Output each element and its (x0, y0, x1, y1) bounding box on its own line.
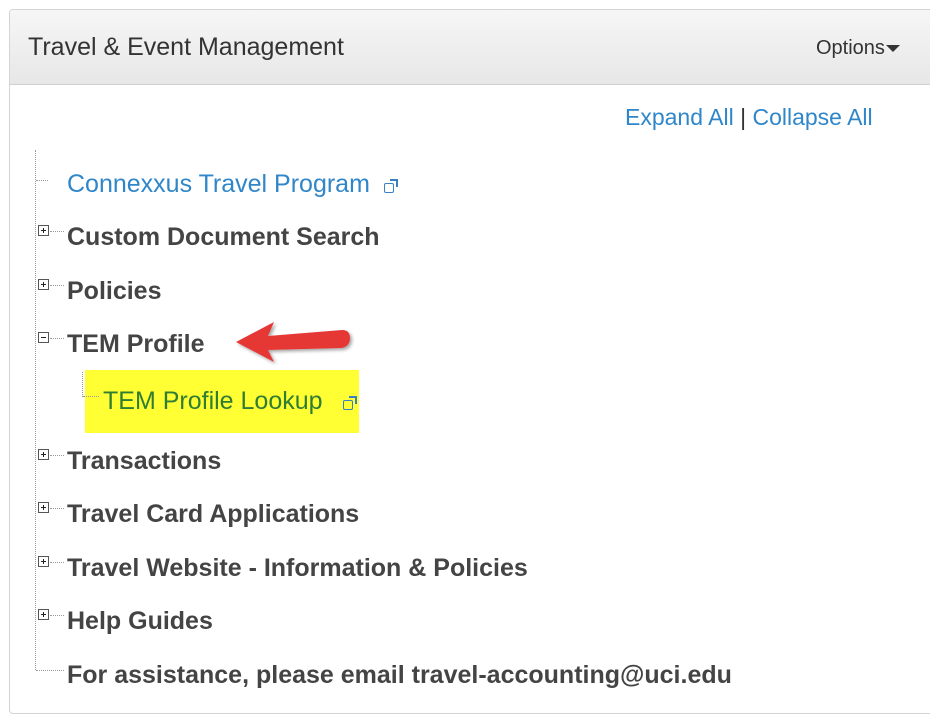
expand-collapse-controls: Expand All | Collapse All (625, 104, 873, 131)
tem-profile-lookup-link[interactable]: TEM Profile Lookup (103, 387, 323, 415)
connexxus-link[interactable]: Connexxus Travel Program (67, 170, 370, 198)
tree-item-label: Policies (67, 277, 162, 305)
tree-item-custom-document-search[interactable]: Custom Document Search (67, 222, 380, 252)
tree-item-tem-profile-lookup: TEM Profile Lookup (103, 386, 357, 416)
tree-item-label: TEM Profile (67, 330, 205, 358)
tree-item-label: Custom Document Search (67, 223, 380, 251)
tree-item-label: Travel Website - Information & Policies (67, 554, 528, 582)
tree-item-policies[interactable]: Policies (67, 276, 162, 306)
tree-connector (50, 285, 64, 286)
panel-title: Travel & Event Management (28, 33, 344, 61)
tree-item-tem-profile[interactable]: TEM Profile (67, 329, 205, 359)
expand-plus-icon[interactable] (38, 449, 49, 460)
options-label: Options (816, 37, 885, 59)
collapse-all-link[interactable]: Collapse All (752, 104, 872, 130)
tree-guide-line (82, 372, 83, 397)
tree-connector (50, 455, 64, 456)
caret-down-icon (885, 45, 900, 53)
options-dropdown[interactable]: Options (816, 37, 900, 60)
tree-connector (50, 615, 64, 616)
tree-item-assistance: For assistance, please email travel-acco… (67, 660, 732, 690)
tree-item-label: Travel Card Applications (67, 500, 360, 528)
tree-connector (50, 562, 64, 563)
expand-plus-icon[interactable] (38, 556, 49, 567)
collapse-minus-icon[interactable] (38, 332, 49, 343)
expand-plus-icon[interactable] (38, 279, 49, 290)
tree-item-travel-website[interactable]: Travel Website - Information & Policies (67, 553, 528, 583)
expand-plus-icon[interactable] (38, 502, 49, 513)
tree-item-label: Help Guides (67, 607, 213, 635)
tree-item-travel-card-applications[interactable]: Travel Card Applications (67, 499, 359, 529)
tree-connector (50, 231, 64, 232)
expand-plus-icon[interactable] (38, 609, 49, 620)
external-link-icon[interactable] (342, 395, 357, 410)
tree-item-help-guides[interactable]: Help Guides (67, 606, 213, 636)
tree-guide-line (35, 150, 36, 670)
panel-header: Travel & Event Management Options (10, 10, 930, 85)
expand-all-link[interactable]: Expand All (625, 104, 734, 130)
tree-connector (36, 180, 48, 181)
expand-plus-icon[interactable] (38, 225, 49, 236)
tree-connector (50, 508, 64, 509)
separator: | (740, 104, 747, 130)
tree-connector (50, 338, 64, 339)
assistance-text: For assistance, please email travel-acco… (67, 661, 732, 689)
external-link-icon[interactable] (383, 178, 398, 193)
tree-item-transactions[interactable]: Transactions (67, 446, 221, 476)
tree-connector (83, 396, 99, 397)
tree-connector (36, 670, 64, 671)
tree-item-connexxus: Connexxus Travel Program (67, 169, 398, 199)
annotation-arrow-icon (236, 322, 350, 362)
tree-item-label: Transactions (67, 447, 222, 475)
